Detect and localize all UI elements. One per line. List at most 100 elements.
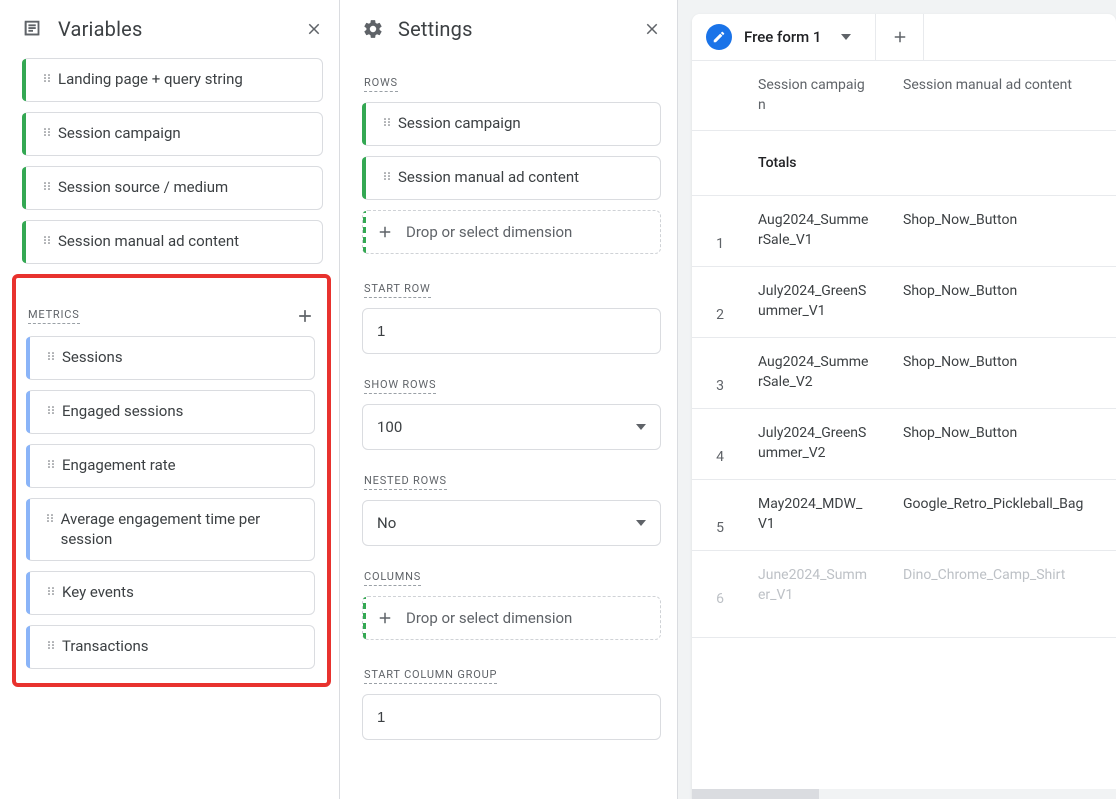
start-row-input[interactable]: [362, 308, 661, 354]
totals-row: Totals: [692, 130, 1116, 195]
dimension-chip[interactable]: Session campaign: [362, 102, 661, 146]
drag-handle-icon[interactable]: [36, 177, 58, 192]
columns-dropzone[interactable]: Drop or select dimension: [362, 596, 661, 640]
chevron-down-icon: [841, 34, 851, 40]
row-number: 4: [692, 408, 742, 479]
drag-handle-icon[interactable]: [40, 509, 61, 524]
cell-content: Google_Retro_Pickleball_Bag: [887, 479, 1116, 550]
tab-free-form-1[interactable]: Free form 1: [692, 14, 876, 60]
cell-content: Shop_Now_Button: [887, 408, 1116, 479]
rows-section-label: ROWS: [364, 76, 398, 92]
nested-rows-select[interactable]: No: [362, 500, 661, 546]
totals-label: Totals: [742, 130, 887, 195]
edit-icon: [706, 24, 732, 50]
settings-panel-header: Settings: [340, 0, 677, 58]
close-icon[interactable]: [643, 20, 661, 38]
cell-content: Shop_Now_Button: [887, 337, 1116, 408]
cell-campaign: June2024_Summer_V1: [742, 550, 887, 637]
cell-campaign: Aug2024_SummerSale_V2: [742, 337, 887, 408]
plus-icon: [376, 609, 394, 627]
start-row-input-el[interactable]: [377, 323, 646, 340]
drop-dimension-label: Drop or select dimension: [406, 609, 572, 627]
row-number: 2: [692, 266, 742, 337]
start-column-group-label: START COLUMN GROUP: [364, 668, 497, 684]
chip-label: Session campaign: [398, 113, 521, 133]
results-table: Session campaign Session manual ad conte…: [692, 61, 1116, 638]
table-row[interactable]: 3Aug2024_SummerSale_V2Shop_Now_Button: [692, 337, 1116, 408]
settings-title: Settings: [398, 17, 643, 41]
row-number: 1: [692, 195, 742, 266]
chip-label: Engagement rate: [62, 455, 176, 475]
dimension-chip[interactable]: Session manual ad content: [22, 220, 323, 264]
drag-handle-icon[interactable]: [36, 123, 58, 138]
chip-label: Sessions: [62, 347, 123, 367]
cell-campaign: Aug2024_SummerSale_V1: [742, 195, 887, 266]
chip-label: Session manual ad content: [58, 231, 239, 251]
chip-label: Session campaign: [58, 123, 181, 143]
chip-label: Transactions: [62, 636, 149, 656]
row-number: 3: [692, 337, 742, 408]
column-header-content[interactable]: Session manual ad content: [887, 61, 1116, 130]
row-number: 6: [692, 550, 742, 637]
metric-chip[interactable]: Key events: [26, 571, 315, 615]
drag-handle-icon[interactable]: [36, 69, 58, 84]
chip-label: Session manual ad content: [398, 167, 579, 187]
cell-content: Dino_Chrome_Camp_Shirt: [887, 550, 1116, 637]
metrics-highlight: METRICS Sessions Engaged sessions Engageme…: [12, 274, 331, 687]
column-header-campaign[interactable]: Session campaign: [742, 61, 887, 130]
dimension-chip[interactable]: Session manual ad content: [362, 156, 661, 200]
variables-title: Variables: [58, 17, 305, 41]
cell-content: Shop_Now_Button: [887, 195, 1116, 266]
table-row[interactable]: 1Aug2024_SummerSale_V1Shop_Now_Button: [692, 195, 1116, 266]
table-row[interactable]: 5May2024_MDW_V1Google_Retro_Pickleball_B…: [692, 479, 1116, 550]
dimension-chip[interactable]: Session campaign: [22, 112, 323, 156]
chevron-down-icon: [636, 520, 646, 526]
chip-label: Session source / medium: [58, 177, 228, 197]
drag-handle-icon[interactable]: [40, 636, 62, 651]
chip-label: Key events: [62, 582, 134, 602]
cell-content: Shop_Now_Button: [887, 266, 1116, 337]
drag-handle-icon[interactable]: [376, 113, 398, 128]
variables-panel-header: Variables: [0, 0, 339, 58]
show-rows-value: 100: [377, 418, 402, 436]
drag-handle-icon[interactable]: [40, 582, 62, 597]
drag-handle-icon[interactable]: [40, 455, 62, 470]
table-row[interactable]: 6June2024_Summer_V1Dino_Chrome_Camp_Shir…: [692, 550, 1116, 637]
start-row-label: START ROW: [364, 282, 431, 298]
table-row[interactable]: 4July2024_GreenSummer_V2Shop_Now_Button: [692, 408, 1116, 479]
metric-chip[interactable]: Transactions: [26, 625, 315, 669]
cell-campaign: July2024_GreenSummer_V1: [742, 266, 887, 337]
rows-dropzone[interactable]: Drop or select dimension: [362, 210, 661, 254]
add-tab-button[interactable]: [876, 14, 924, 60]
drag-handle-icon[interactable]: [36, 231, 58, 246]
table-row[interactable]: 2July2024_GreenSummer_V1Shop_Now_Button: [692, 266, 1116, 337]
start-column-group-input[interactable]: [362, 694, 661, 740]
metric-chip[interactable]: Engagement rate: [26, 444, 315, 488]
drag-handle-icon[interactable]: [376, 167, 398, 182]
metric-chip[interactable]: Sessions: [26, 336, 315, 380]
chip-label: Landing page + query string: [58, 69, 243, 89]
chip-label: Average engagement time per session: [61, 509, 302, 550]
variables-icon: [22, 18, 44, 40]
close-icon[interactable]: [305, 20, 323, 38]
plus-icon: [376, 223, 394, 241]
dimension-chip[interactable]: Session source / medium: [22, 166, 323, 210]
start-column-group-input-el[interactable]: [377, 709, 646, 726]
chevron-down-icon: [636, 424, 646, 430]
gear-icon: [362, 18, 384, 40]
chip-label: Engaged sessions: [62, 401, 183, 421]
cell-campaign: July2024_GreenSummer_V2: [742, 408, 887, 479]
dimension-chip[interactable]: Landing page + query string: [22, 58, 323, 102]
add-metric-button[interactable]: [295, 306, 315, 326]
drag-handle-icon[interactable]: [40, 401, 62, 416]
metric-chip[interactable]: Engaged sessions: [26, 390, 315, 434]
horizontal-scrollbar[interactable]: [692, 789, 1116, 799]
show-rows-label: SHOW ROWS: [364, 378, 436, 394]
metrics-section-label: METRICS: [28, 308, 80, 324]
nested-rows-value: No: [377, 514, 396, 532]
show-rows-select[interactable]: 100: [362, 404, 661, 450]
row-number: 5: [692, 479, 742, 550]
metric-chip[interactable]: Average engagement time per session: [26, 498, 315, 561]
cell-campaign: May2024_MDW_V1: [742, 479, 887, 550]
drag-handle-icon[interactable]: [40, 347, 62, 362]
